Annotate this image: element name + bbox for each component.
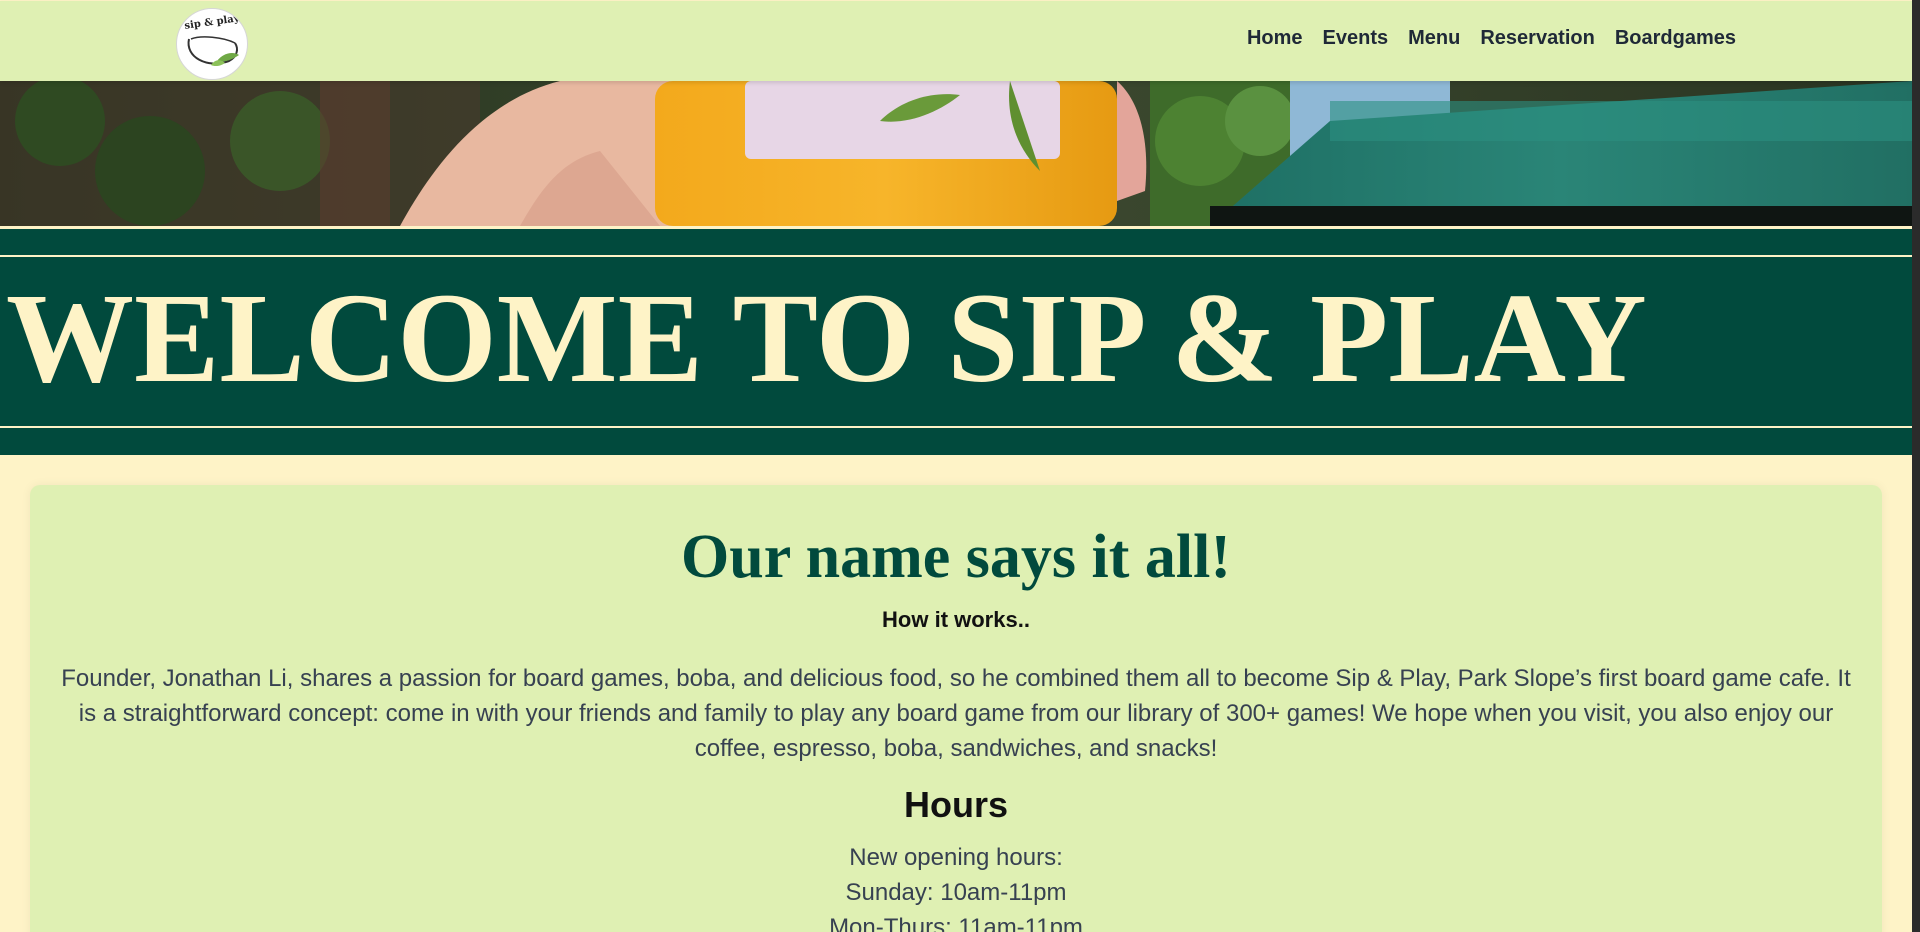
about-subtitle: How it works.. [882,607,1030,632]
welcome-banner: WELCOME TO SIP & PLAY [0,229,1912,455]
hero-photo [0,81,1912,226]
nav-link-menu[interactable]: Menu [1408,27,1460,50]
hours-line: Sunday: 10am-11pm [845,879,1067,906]
hours-list: New opening hours: Sunday: 10am-11pm Mon… [30,840,1882,932]
nav-link-boardgames[interactable]: Boardgames [1615,27,1736,50]
nav-link-home[interactable]: Home [1247,27,1303,50]
sip-and-play-logo-icon[interactable]: sip & play [176,8,248,80]
welcome-title: WELCOME TO SIP & PLAY [6,267,1647,409]
about-description: Founder, Jonathan Li, shares a passion f… [61,665,1851,762]
banner-bottom-rule [0,426,1912,428]
banner-top-rule [0,255,1912,257]
hero-photo-graphic [0,81,1912,226]
page: sip & play Home Events Menu Reservation … [0,0,1912,932]
hours-line: New opening hours: [849,844,1063,871]
navbar: sip & play Home Events Menu Reservation … [0,1,1912,81]
window-scrollbar[interactable] [1912,0,1920,932]
about-title: Our name says it all! [681,523,1231,591]
hours-line: Mon-Thurs: 11am-11pm [829,914,1083,932]
hours-heading: Hours [903,784,1008,825]
nav-link-reservation[interactable]: Reservation [1480,27,1595,50]
nav-link-events[interactable]: Events [1323,27,1389,50]
main-navigation: Home Events Menu Reservation Boardgames [1247,27,1736,50]
about-card: Our name says it all! How it works.. Fou… [30,485,1882,932]
